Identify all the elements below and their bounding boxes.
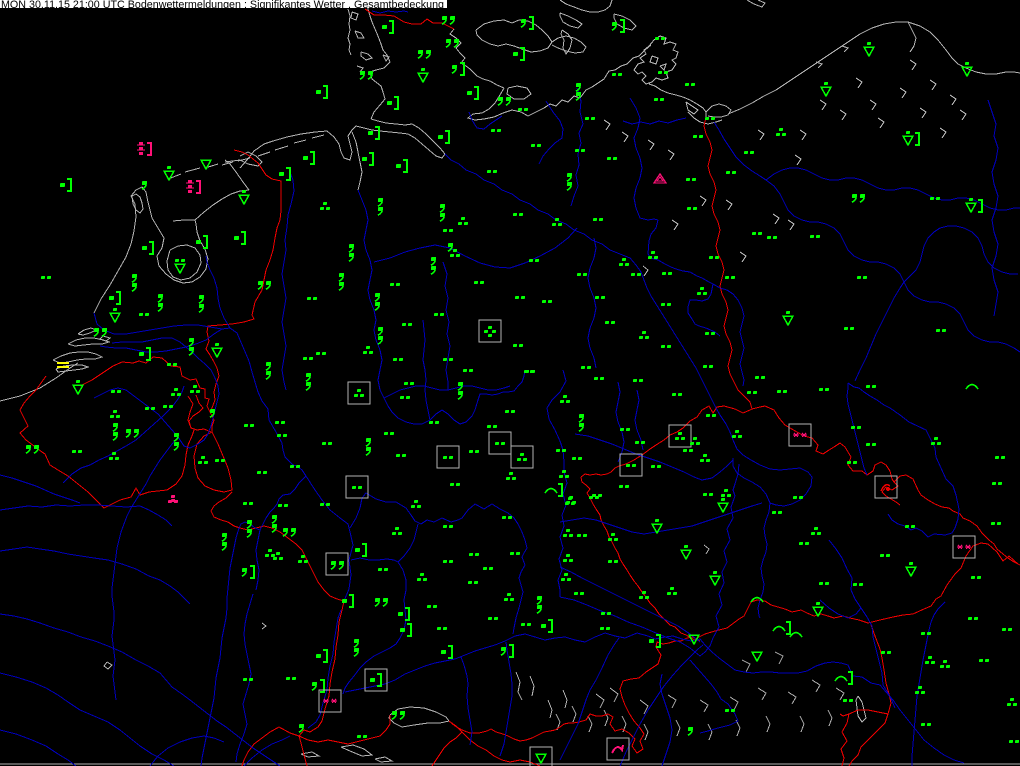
svg-text:MON 30.11.15 21:00 UTC Bodenw: MON 30.11.15 21:00 UTC Bodenwettermeldun…	[1, 0, 444, 11]
